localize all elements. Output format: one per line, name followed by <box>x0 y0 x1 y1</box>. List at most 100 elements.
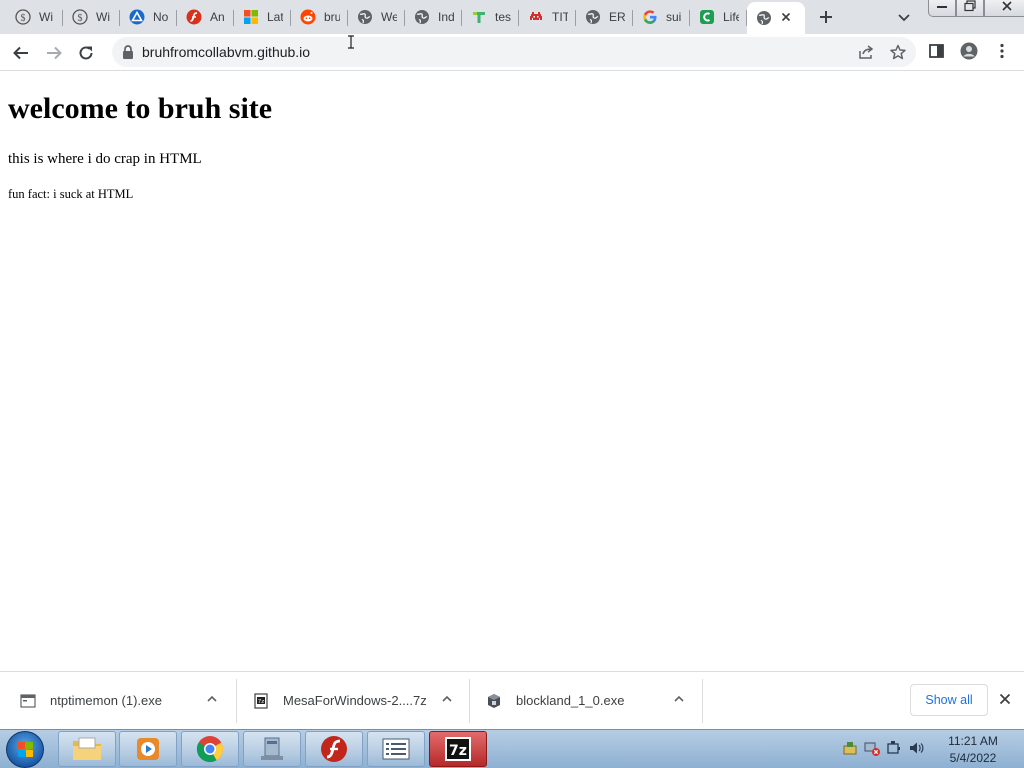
t-logo-icon <box>471 9 487 25</box>
url-text[interactable]: bruhfromcollabvm.github.io <box>142 44 310 60</box>
download-item[interactable]: blockland_1_0.exe <box>486 672 698 729</box>
forward-arrow-icon[interactable] <box>43 42 65 64</box>
tab-title: sui <box>666 10 682 24</box>
tab-title: tes <box>495 10 511 24</box>
triangle-app-icon <box>129 9 145 25</box>
page-paragraph: this is where i do crap in HTML <box>8 151 202 167</box>
divider <box>469 679 470 723</box>
minimize-button[interactable] <box>928 0 956 17</box>
tab-title: TIT <box>552 10 568 24</box>
start-button[interactable] <box>6 731 44 768</box>
page-heading: welcome to bruh site <box>8 92 273 125</box>
profile-avatar-icon[interactable] <box>960 42 978 60</box>
tab-title: ERI <box>609 10 625 24</box>
tab-title: Lat <box>267 10 283 24</box>
fun-fact-text: fun fact: i suck at HTML <box>8 187 134 201</box>
tab-9[interactable]: tes <box>462 2 519 32</box>
share-icon[interactable] <box>858 44 874 60</box>
tab-strip: $ Wi $ Wi No An Lat bru We Ind tes TIT E… <box>0 0 1024 34</box>
tab-8[interactable]: Ind <box>405 2 462 32</box>
tab-title: bru <box>324 10 340 24</box>
lock-icon[interactable] <box>122 45 134 59</box>
microsoft-icon <box>243 9 259 25</box>
google-icon <box>642 9 658 25</box>
tab-13[interactable]: Life <box>690 2 747 32</box>
globe-icon <box>585 9 601 25</box>
show-all-button[interactable]: Show all <box>910 684 988 716</box>
address-bar[interactable]: bruhfromcollabvm.github.io <box>112 37 916 67</box>
7zip-icon[interactable]: 7z <box>429 731 487 767</box>
chevron-up-icon[interactable] <box>206 692 218 704</box>
tab-search-icon[interactable] <box>895 8 913 26</box>
tab-4[interactable]: An <box>177 2 234 32</box>
download-item[interactable]: ntptimemon (1).exe <box>20 672 232 729</box>
tab-active[interactable] <box>747 2 805 34</box>
tab-5[interactable]: Lat <box>234 2 291 32</box>
close-tab-icon[interactable] <box>778 9 794 25</box>
tab-list: $ Wi $ Wi No An Lat bru We Ind tes TIT E… <box>6 2 805 34</box>
chrome-icon[interactable] <box>181 731 239 767</box>
svg-text:7z: 7z <box>449 743 467 759</box>
globe-icon <box>414 9 430 25</box>
back-arrow-icon[interactable] <box>10 42 32 64</box>
globe-icon <box>357 9 373 25</box>
7z-archive-icon: 7z <box>253 692 269 709</box>
notepad-icon[interactable] <box>367 731 425 767</box>
new-tab-button[interactable] <box>815 6 837 28</box>
tab-11[interactable]: ERI <box>576 2 633 32</box>
download-filename: ntptimemon (1).exe <box>50 693 162 708</box>
bookmark-star-icon[interactable] <box>890 44 906 60</box>
flash-icon <box>186 9 202 25</box>
window-close-button[interactable] <box>984 0 1024 17</box>
reload-icon[interactable] <box>75 42 97 64</box>
close-icon[interactable] <box>998 692 1012 706</box>
tab-3[interactable]: No <box>120 2 177 32</box>
tab-1[interactable]: $ Wi <box>6 2 63 32</box>
clock[interactable]: 11:21 AM 5/4/2022 <box>936 733 1010 767</box>
clock-time: 11:21 AM <box>948 734 998 748</box>
tab-title: No <box>153 10 169 24</box>
tab-12[interactable]: sui <box>633 2 690 32</box>
space-invader-icon <box>528 9 544 25</box>
exe-window-icon <box>20 693 36 709</box>
tab-title: An <box>210 10 225 24</box>
chevron-up-icon[interactable] <box>441 692 453 704</box>
flash-player-icon[interactable] <box>305 731 363 767</box>
browser-toolbar: bruhfromcollabvm.github.io <box>0 34 1024 71</box>
tab-title: Life <box>723 10 739 24</box>
tab-title: We <box>381 10 397 24</box>
chevron-up-icon[interactable] <box>673 692 685 704</box>
volume-icon[interactable] <box>908 740 924 756</box>
tab-6[interactable]: bru <box>291 2 348 32</box>
c-logo-icon <box>699 9 715 25</box>
media-player-icon[interactable] <box>119 731 177 767</box>
divider <box>236 679 237 723</box>
network-error-icon[interactable] <box>864 740 880 756</box>
tab-title: Ind <box>438 10 454 24</box>
network-icon[interactable] <box>243 731 301 767</box>
action-center-icon[interactable] <box>842 740 858 756</box>
text-cursor-icon <box>347 35 355 49</box>
wikipedia-icon: $ <box>72 9 88 25</box>
window-controls <box>928 0 1024 18</box>
system-tray <box>842 740 924 756</box>
page-content: welcome to bruh site this is where i do … <box>0 72 1024 671</box>
tab-title: Wi <box>96 10 110 24</box>
download-filename: blockland_1_0.exe <box>516 693 625 708</box>
tab-7[interactable]: We <box>348 2 405 32</box>
taskbar: 7z 11:21 AM 5/4/2022 <box>0 729 1024 768</box>
blockland-icon <box>486 693 502 709</box>
svg-text:7z: 7z <box>258 699 264 705</box>
download-shelf: ntptimemon (1).exe 7z MesaForWindows-2..… <box>0 671 1024 729</box>
menu-dots-icon[interactable] <box>993 42 1011 60</box>
restore-button[interactable] <box>956 0 984 17</box>
download-item[interactable]: 7z MesaForWindows-2....7z <box>253 672 465 729</box>
power-icon[interactable] <box>886 740 902 756</box>
clock-date: 5/4/2022 <box>949 751 997 765</box>
svg-text:$: $ <box>78 13 83 24</box>
tab-2[interactable]: $ Wi <box>63 2 120 32</box>
side-panel-icon[interactable] <box>928 42 946 60</box>
tab-10[interactable]: TIT <box>519 2 576 32</box>
svg-text:$: $ <box>21 13 26 24</box>
file-explorer-icon[interactable] <box>58 731 116 767</box>
